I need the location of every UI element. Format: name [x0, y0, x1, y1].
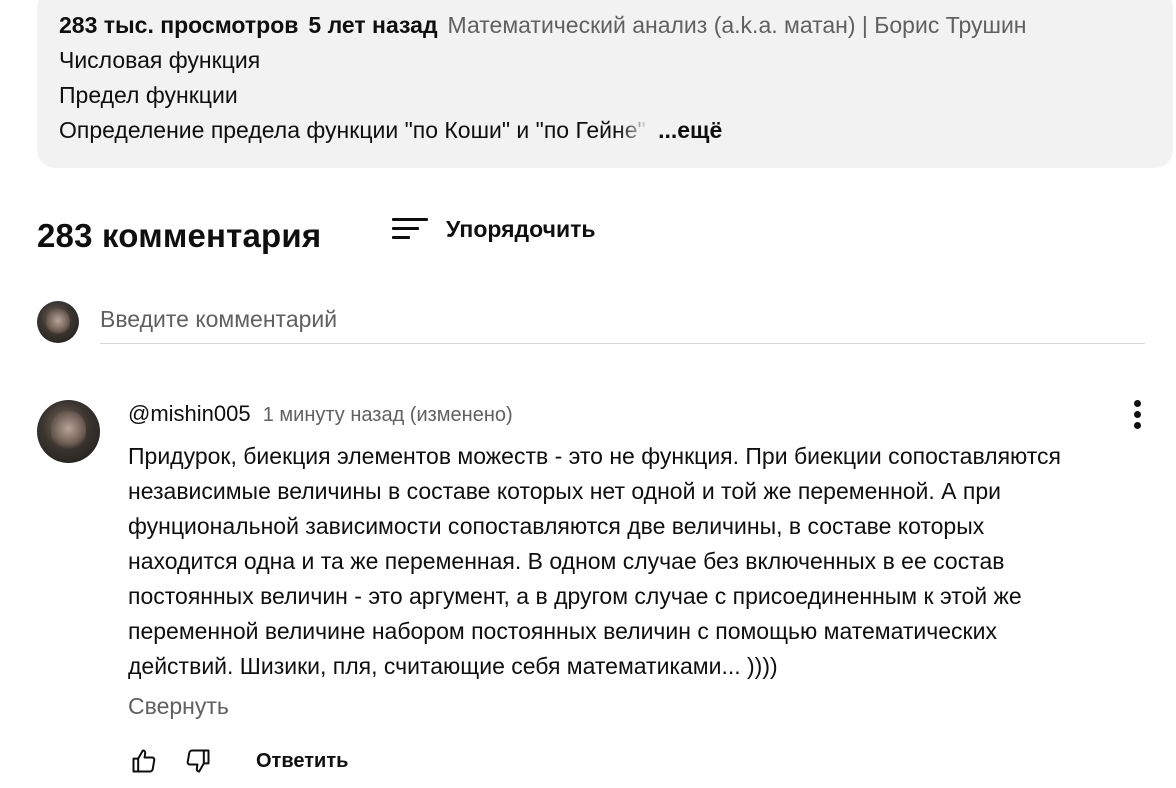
description-line-3-text: Определение предела функции "по Коши" и … [59, 117, 613, 143]
video-description[interactable]: 283 тыс. просмотров 5 лет назад Математиче… [37, 0, 1173, 168]
comments-header: 283 комментария Упорядочить [37, 211, 596, 261]
sort-icon [392, 215, 428, 243]
like-button[interactable] [128, 745, 160, 777]
thumb-up-icon [132, 749, 156, 773]
thumb-down-icon [186, 749, 210, 773]
show-more-button[interactable]: ...ещё [658, 117, 722, 143]
description-line-1: Числовая функция [59, 47, 261, 73]
comment-input[interactable] [100, 300, 1145, 344]
comment-actions: Ответить [128, 743, 348, 779]
sort-button[interactable]: Упорядочить [392, 215, 596, 243]
playlist-link[interactable]: Математический анализ (a.k.a. матан) | Б… [448, 12, 1027, 38]
description-line-3: Определение предела функции "по Коши" и … [59, 113, 1173, 148]
description-meta-line: 283 тыс. просмотров 5 лет назад Математиче… [59, 8, 1173, 43]
reply-button[interactable]: Ответить [256, 750, 348, 773]
collapse-button[interactable]: Свернуть [128, 693, 229, 720]
comment-author-avatar[interactable] [37, 400, 100, 463]
description-faded-text: не" [612, 117, 646, 143]
comment-text: Придурок, биекция элементов можеств - эт… [128, 443, 1061, 679]
more-vert-icon[interactable] [1128, 398, 1148, 432]
view-count: 283 тыс. просмотров [59, 12, 299, 38]
comments-count: 283 комментария [37, 217, 322, 254]
upload-age: 5 лет назад [308, 12, 438, 38]
comment-header: @mishin005 1 минуту назад (изменено) [128, 401, 513, 427]
comment-author[interactable]: @mishin005 [128, 401, 251, 426]
sort-label: Упорядочить [446, 215, 596, 242]
description-line-2: Предел функции [59, 82, 238, 108]
comment-time[interactable]: 1 минуту назад (изменено) [263, 404, 513, 426]
current-user-avatar[interactable] [37, 301, 79, 343]
dislike-button[interactable] [182, 745, 214, 777]
